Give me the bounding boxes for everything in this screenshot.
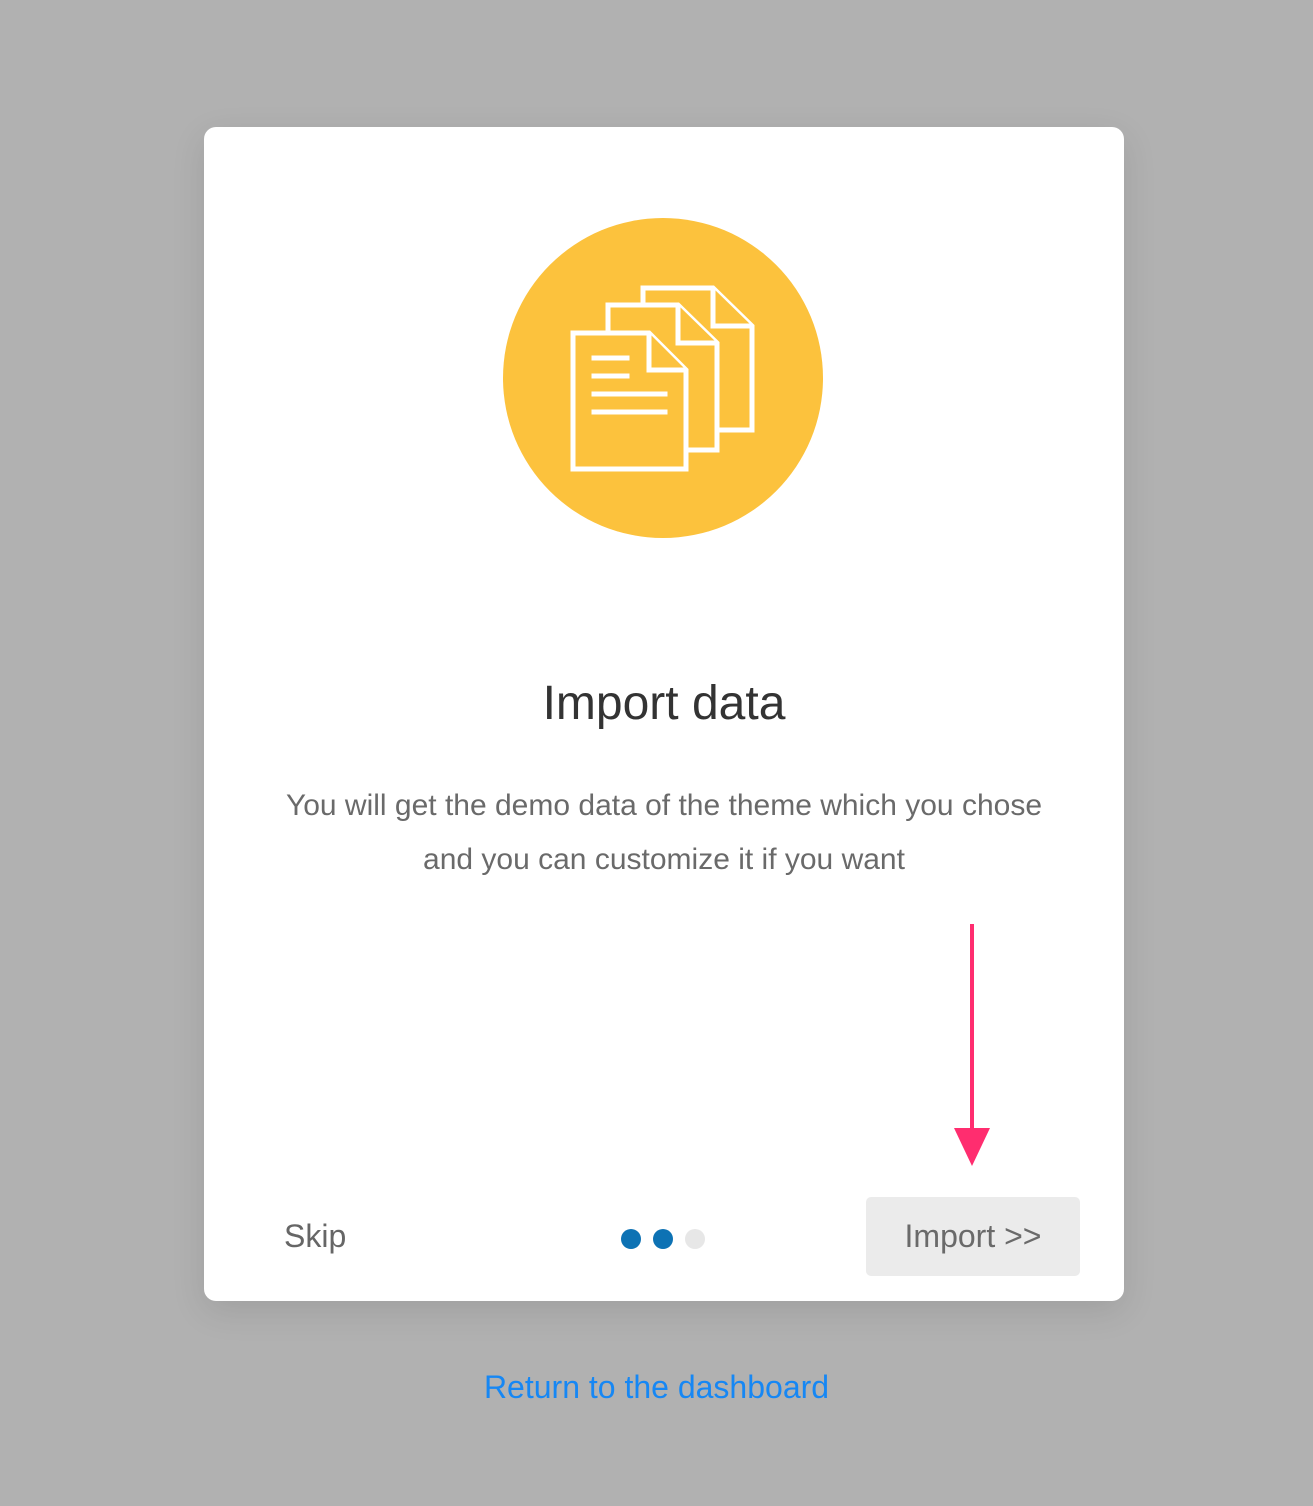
hero-circle bbox=[503, 218, 823, 538]
pointer-arrow-icon bbox=[954, 924, 990, 1166]
return-dashboard-link[interactable]: Return to the dashboard bbox=[0, 1364, 1313, 1410]
documents-icon bbox=[570, 285, 755, 472]
progress-dot-1 bbox=[621, 1229, 641, 1249]
pointer-arrow-shaft bbox=[970, 924, 974, 1130]
pointer-arrow-head bbox=[954, 1128, 990, 1166]
skip-link[interactable]: Skip bbox=[284, 1213, 346, 1259]
progress-dots bbox=[621, 1229, 705, 1249]
progress-dot-3 bbox=[685, 1229, 705, 1249]
import-button[interactable]: Import >> bbox=[866, 1197, 1080, 1276]
page-description: You will get the demo data of the theme … bbox=[285, 789, 1043, 876]
page-title: Import data bbox=[542, 677, 786, 730]
progress-dot-2 bbox=[653, 1229, 673, 1249]
